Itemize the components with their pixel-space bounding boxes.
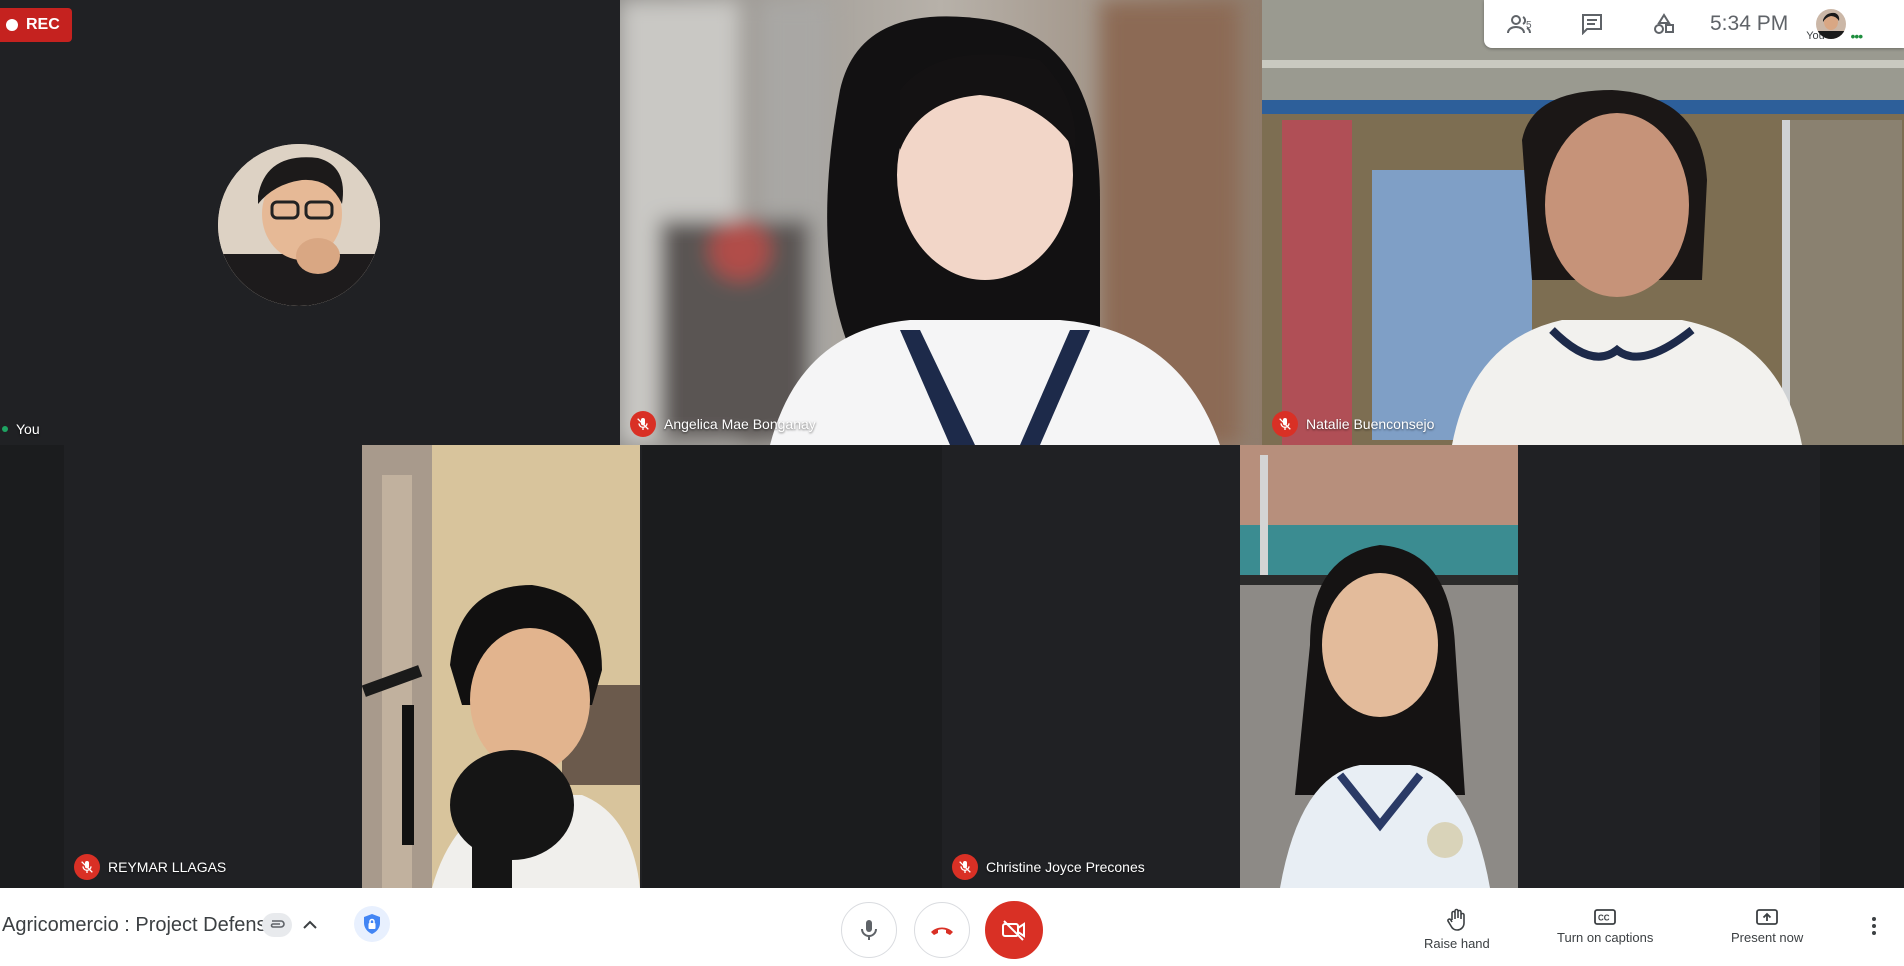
present-now-button[interactable]: Present now (1731, 908, 1803, 945)
attachment-button[interactable] (262, 913, 292, 937)
end-call-button[interactable] (914, 902, 970, 958)
participant-tile[interactable]: Angelica Mae Bonganay (620, 0, 1262, 445)
participant-video (1262, 0, 1904, 445)
svg-text:CC: CC (1598, 914, 1610, 923)
meeting-details-toggle[interactable] (298, 913, 322, 937)
recording-label: REC (26, 16, 60, 33)
chat-button[interactable] (1556, 13, 1628, 35)
activities-button[interactable] (1628, 13, 1700, 35)
participant-name: Christine Joyce Precones (986, 859, 1145, 875)
camera-off-icon (1002, 920, 1025, 941)
mic-off-icon (630, 411, 656, 437)
captions-icon: CC (1594, 909, 1617, 925)
captions-label: Turn on captions (1557, 930, 1654, 945)
present-label: Present now (1731, 930, 1804, 945)
avatar (218, 144, 380, 306)
mic-off-icon (74, 854, 100, 880)
people-button[interactable]: 5 (1484, 12, 1556, 36)
participant-tile[interactable]: REYMAR LLAGAS (64, 445, 642, 888)
more-options-button[interactable] (1862, 914, 1886, 938)
participant-name-tag: Christine Joyce Precones (952, 854, 1145, 880)
participant-name: REYMAR LLAGAS (108, 859, 227, 875)
attachment-icon (270, 920, 285, 928)
participant-tile-self[interactable]: You REC (0, 0, 620, 445)
present-icon (1756, 909, 1779, 925)
speaking-dots-icon: ••• (1850, 28, 1864, 44)
speaking-indicator-icon (2, 426, 8, 432)
participant-name: Angelica Mae Bonganay (664, 416, 816, 432)
participant-name-tag: REYMAR LLAGAS (74, 854, 226, 880)
captions-button[interactable]: CC Turn on captions (1557, 908, 1653, 945)
meeting-title[interactable]: Agricomercio : Project Defense (2, 914, 278, 937)
participant-name: Natalie Buenconsejo (1306, 416, 1435, 432)
participant-name-tag: Natalie Buenconsejo (1272, 411, 1434, 437)
clock: 5:34 PM (1710, 12, 1789, 35)
participant-name-tag: You (2, 421, 40, 437)
recording-badge: REC (0, 8, 72, 42)
more-vert-icon (1872, 917, 1876, 935)
lock-shield-icon (364, 914, 380, 934)
bottom-toolbar: Agricomercio : Project Defense Raise han… (0, 888, 1904, 966)
chevron-up-icon (303, 920, 317, 929)
participant-name-tag: Angelica Mae Bonganay (630, 411, 816, 437)
hand-icon (1447, 908, 1465, 931)
record-dot-icon (6, 19, 18, 31)
top-right-toolbar: 5 5:34 PM You ••• (1484, 0, 1904, 48)
participant-tile[interactable]: Christine Joyce Precones (942, 445, 1820, 888)
raise-hand-button[interactable]: Raise hand (1424, 908, 1490, 951)
activities-icon (1654, 13, 1674, 34)
raise-hand-label: Raise hand (1424, 936, 1490, 951)
participant-video (1240, 445, 1518, 888)
host-controls-button[interactable] (354, 906, 390, 942)
participant-video (620, 0, 1262, 445)
chat-icon (1582, 14, 1602, 35)
mic-off-icon (952, 854, 978, 880)
mic-off-icon (1272, 411, 1298, 437)
avatar (1816, 9, 1847, 39)
mic-icon (861, 920, 877, 940)
end-call-icon (931, 927, 953, 935)
mic-button[interactable] (841, 902, 897, 958)
camera-toggle-button[interactable] (985, 901, 1043, 959)
participant-video (362, 445, 640, 888)
participant-tile[interactable]: Natalie Buenconsejo (1262, 0, 1904, 445)
video-grid: You REC Angelica Mae Bonganay Natalie Bu… (0, 0, 1904, 888)
participant-count: 5 (1526, 20, 1532, 31)
self-view-mini[interactable]: You ••• (1800, 0, 1866, 48)
participant-name: You (16, 421, 40, 437)
